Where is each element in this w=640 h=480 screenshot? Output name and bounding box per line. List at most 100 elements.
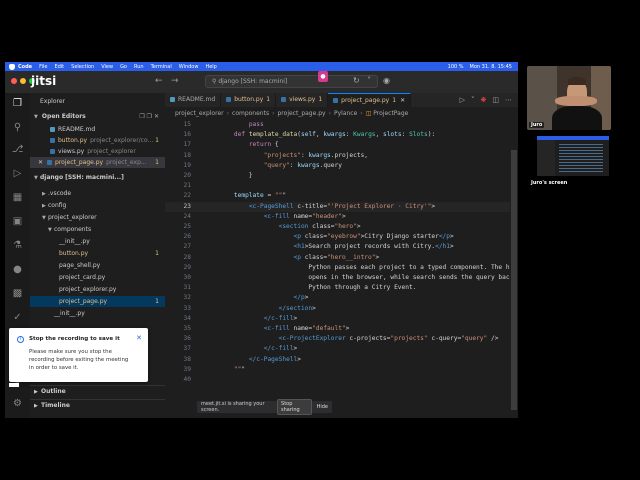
code-editor[interactable]: 15 pass 16 def template_data(self, kwargs… [165,120,518,414]
battery-text[interactable]: 100 % [448,64,464,70]
menu-view[interactable]: View [101,64,113,70]
menu-go[interactable]: Go [120,64,127,70]
code-line[interactable]: 32 </p> [165,293,518,303]
participant-tile[interactable]: Juro [527,66,611,130]
close-icon[interactable]: ✕ [136,334,142,342]
run-debug-icon[interactable]: ▷ [11,167,24,180]
run-icon[interactable]: ▷ [460,96,465,104]
docker-icon[interactable]: ▩ [11,287,24,300]
open-editors-actions-icon[interactable]: ❐ ❒ ✕ [139,111,159,122]
code-line[interactable]: 39 """ [165,365,518,375]
code-line[interactable]: 24 <c-fill name="header"> [165,212,518,222]
breadcrumb-item[interactable]: ProjectPage [373,110,408,117]
screen-share-thumbnail[interactable]: Juro's screen [527,133,611,189]
close-window-icon[interactable] [11,78,17,84]
code-line[interactable]: 27 <h1>Search project records with Citry… [165,242,518,252]
outline-section[interactable]: ▶ Outline [30,385,165,397]
code-line[interactable]: 36 <c-ProjectExplorer c-projects="projec… [165,334,518,344]
clock-text[interactable]: Mon 31. 8. 15:45 [470,64,512,70]
tree-folder[interactable]: ▼ components [30,224,165,235]
tree-file-selected[interactable]: project_page.py 1 [30,296,165,307]
code-line[interactable]: 19 "query": kwargs.query [165,161,518,171]
menu-run[interactable]: Run [134,64,144,70]
tab-project-page[interactable]: project_page.py 1 ✕ [328,93,412,107]
minimize-window-icon[interactable] [20,78,26,84]
code-line[interactable]: 31 Python through a Citry Event. [165,283,518,293]
menu-app-name[interactable]: Code [18,64,32,70]
code-line[interactable]: 28 <p class="hero__intro"> [165,253,518,263]
apple-icon[interactable] [9,63,15,70]
check-icon[interactable]: ✓ [11,311,24,324]
search-icon[interactable]: ⚲ [11,121,24,134]
tree-file[interactable]: project_explorer.py [30,284,165,295]
code-line[interactable]: 33 </section> [165,304,518,314]
hide-share-bar-link[interactable]: Hide [317,404,328,410]
tree-file[interactable]: __init__.py [30,308,165,319]
code-line[interactable]: 34 </c-fill> [165,314,518,324]
code-line[interactable]: 38 </c-PageShell> [165,355,518,365]
code-line[interactable]: 37 </c-fill> [165,344,518,354]
tab-views[interactable]: views.py 1 [276,93,329,107]
code-line[interactable]: 40 [165,375,518,385]
open-editor-item[interactable]: views.py project_explorer [30,146,165,157]
tree-folder[interactable]: ▶ .vscode [30,188,165,199]
code-line[interactable]: 18 "projects": kwargs.projects, [165,151,518,161]
menu-window[interactable]: Window [179,64,199,70]
editor-scrollbar[interactable] [510,120,518,410]
code-line[interactable]: 21 [165,181,518,191]
workspace-root-header[interactable]: ▼ django [SSH: macmini...] [30,172,165,183]
code-line[interactable]: 15 pass [165,120,518,130]
settings-gear-icon[interactable]: ⚙ [11,397,24,410]
scrollbar-thumb[interactable] [511,150,517,410]
tree-folder[interactable]: ▶ config [30,200,165,211]
code-line[interactable]: 20 } [165,171,518,181]
menu-help[interactable]: Help [205,64,216,70]
chevron-down-icon[interactable]: ˅ [367,76,371,85]
explorer-files-icon[interactable]: ❐ [11,97,24,110]
menu-selection[interactable]: Selection [71,64,94,70]
breadcrumb-item[interactable]: Pylance [334,110,357,117]
tab-readme[interactable]: README.md [165,93,222,107]
code-line[interactable]: 30 opens in the browser, while search se… [165,273,518,283]
open-editor-item[interactable]: button.py project_explorer/co... 1 [30,135,165,146]
timeline-section[interactable]: ▶ Timeline [30,399,165,411]
chevron-down-icon[interactable]: ˅ [471,96,475,104]
code-line[interactable]: 16 def template_data(self, kwargs: Kwarg… [165,130,518,140]
open-editors-header[interactable]: ▼ Open Editors ❐ ❒ ✕ [30,111,165,122]
remote-explorer-icon[interactable]: ▣ [11,215,24,228]
close-icon[interactable]: ✕ [400,97,405,104]
tree-file[interactable]: button.py 1 [30,248,165,259]
copilot-icon[interactable]: ◉ [383,76,390,85]
close-icon[interactable]: ✕ [38,159,43,166]
tree-folder[interactable]: ▼ project_explorer [30,212,165,223]
code-line[interactable]: 29 Python passes each project to a typed… [165,263,518,273]
testing-flask-icon[interactable]: ⚗ [11,239,24,252]
tree-file[interactable]: __init__.py [30,236,165,247]
code-line[interactable]: 23 <c-PageShell c-title="'Project Explor… [165,201,518,212]
breadcrumb-item[interactable]: project_page.py [278,110,326,117]
forward-arrow-icon[interactable]: → [171,76,179,86]
menu-file[interactable]: File [39,64,47,70]
more-actions-icon[interactable]: ⋯ [505,96,512,104]
split-editor-icon[interactable]: ◫ [492,96,499,104]
code-line[interactable]: 22 template = """ [165,191,518,201]
code-line[interactable]: 35 <c-fill name="default"> [165,324,518,334]
code-line[interactable]: 26 <p class="eyebrow">Citry Django start… [165,232,518,242]
tree-file[interactable]: project_card.py [30,272,165,283]
tree-file[interactable]: page_shell.py [30,260,165,271]
code-line[interactable]: 25 <section class="hero"> [165,222,518,232]
code-line[interactable]: 17 return { [165,140,518,150]
bug-icon[interactable]: ❋ [481,96,487,104]
stop-sharing-button[interactable]: Stop sharing [277,399,312,415]
tab-button[interactable]: button.py 1 [221,93,277,107]
open-editor-item[interactable]: README.md [30,124,165,135]
sync-icon[interactable]: ↻ [353,76,360,85]
open-editor-item-active[interactable]: ✕ project_page.py project_exp... 1 [30,157,165,168]
breadcrumb-item[interactable]: components [232,110,269,117]
breadcrumb-item[interactable]: project_explorer [175,110,224,117]
menu-terminal[interactable]: Terminal [151,64,172,70]
droplet-icon[interactable]: ● [11,263,24,276]
source-control-icon[interactable]: ⎇ [11,143,24,156]
back-arrow-icon[interactable]: ← [155,76,163,86]
menu-edit[interactable]: Edit [54,64,64,70]
